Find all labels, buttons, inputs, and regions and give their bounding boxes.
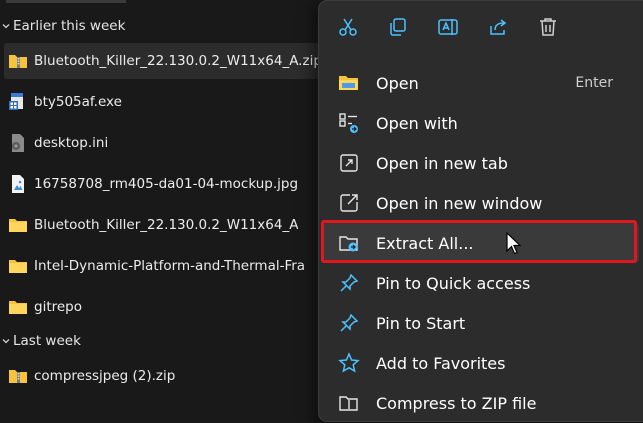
- star-icon: [337, 351, 361, 375]
- new-tab-icon: [337, 151, 361, 175]
- context-menu-toolbar: [319, 9, 643, 49]
- copy-icon: [387, 16, 409, 42]
- menu-item-label: Open with: [376, 113, 458, 133]
- group-header-last-week[interactable]: Last week: [0, 329, 81, 353]
- chevron-down-icon: [0, 329, 12, 353]
- file-row[interactable]: desktop.ini: [4, 125, 330, 161]
- mouse-cursor-icon: [506, 231, 522, 256]
- file-row[interactable]: Bluetooth_Killer_22.130.0.2_W11x64_A.zip: [4, 43, 330, 79]
- file-name: compressjpeg (2).zip: [34, 368, 176, 384]
- context-menu: Open Enter Open with Open in new tab Ope…: [318, 0, 643, 422]
- menu-item-add-to-favorites[interactable]: Add to Favorites: [323, 343, 639, 383]
- folder-icon: [8, 256, 28, 276]
- menu-item-compress-to-zip[interactable]: Compress to ZIP file: [323, 383, 639, 423]
- zip-folder-icon: [8, 366, 28, 386]
- folder-open-icon: [337, 71, 361, 95]
- rename-icon: [437, 16, 459, 42]
- file-row[interactable]: 16758708_rm405-da01-04-mockup.jpg: [4, 166, 330, 202]
- file-name: Bluetooth_Killer_22.130.0.2_W11x64_A: [34, 217, 299, 233]
- folder-icon: [8, 297, 28, 317]
- zip-folder-icon: [8, 51, 28, 71]
- folder-icon: [8, 215, 28, 235]
- file-name: 16758708_rm405-da01-04-mockup.jpg: [34, 176, 299, 192]
- cut-button[interactable]: [332, 13, 364, 45]
- menu-item-open-in-new-window[interactable]: Open in new window: [323, 183, 639, 223]
- menu-item-open-with[interactable]: Open with: [323, 103, 639, 143]
- menu-item-label: Add to Favorites: [376, 353, 506, 373]
- rename-button[interactable]: [432, 13, 464, 45]
- menu-item-label: Compress to ZIP file: [376, 393, 537, 413]
- menu-item-extract-all[interactable]: Extract All...: [323, 223, 639, 263]
- file-row[interactable]: compressjpeg (2).zip: [4, 358, 330, 394]
- menu-item-open[interactable]: Open Enter: [323, 63, 639, 103]
- scissors-icon: [337, 16, 359, 42]
- zip-icon: [337, 391, 361, 415]
- image-file-icon: [8, 174, 28, 194]
- file-list: Earlier this week Bluetooth_Killer_22.13…: [0, 0, 330, 403]
- file-row[interactable]: Bluetooth_Killer_22.130.0.2_W11x64_A: [4, 207, 330, 243]
- menu-item-label: Open in new tab: [376, 153, 508, 173]
- group-header-label: Last week: [13, 333, 81, 349]
- file-row[interactable]: bty505af.exe: [4, 84, 330, 120]
- menu-item-label: Open: [376, 73, 419, 93]
- scrolled-row-edge: [6, 0, 126, 3]
- menu-item-label: Open in new window: [376, 193, 543, 213]
- menu-item-label: Pin to Quick access: [376, 273, 531, 293]
- menu-item-pin-to-start[interactable]: Pin to Start: [323, 303, 639, 343]
- delete-button[interactable]: [532, 13, 564, 45]
- chevron-down-icon: [0, 14, 12, 38]
- file-name: gitrepo: [34, 299, 83, 315]
- settings-file-icon: [8, 133, 28, 153]
- pin-icon: [337, 311, 361, 335]
- file-name: Intel-Dynamic-Platform-and-Thermal-Fra: [34, 258, 306, 274]
- trash-icon: [537, 16, 559, 42]
- file-row[interactable]: Intel-Dynamic-Platform-and-Thermal-Fra: [4, 248, 330, 284]
- file-row[interactable]: gitrepo: [4, 289, 330, 325]
- shortcut-label: Enter: [575, 75, 613, 91]
- pin-icon: [337, 271, 361, 295]
- extract-icon: [337, 231, 361, 255]
- menu-item-label: Pin to Start: [376, 313, 466, 333]
- copy-button[interactable]: [382, 13, 414, 45]
- group-header-earlier-this-week[interactable]: Earlier this week: [0, 14, 125, 38]
- exe-file-icon: [8, 92, 28, 112]
- new-window-icon: [337, 191, 361, 215]
- menu-item-label: Extract All...: [376, 233, 474, 253]
- file-name: bty505af.exe: [34, 94, 122, 110]
- file-name: Bluetooth_Killer_22.130.0.2_W11x64_A.zip: [34, 53, 322, 69]
- group-header-label: Earlier this week: [13, 18, 126, 34]
- menu-item-open-in-new-tab[interactable]: Open in new tab: [323, 143, 639, 183]
- menu-item-pin-to-quick-access[interactable]: Pin to Quick access: [323, 263, 639, 303]
- open-with-icon: [337, 111, 361, 135]
- share-icon: [487, 16, 509, 42]
- share-button[interactable]: [482, 13, 514, 45]
- file-name: desktop.ini: [34, 135, 109, 151]
